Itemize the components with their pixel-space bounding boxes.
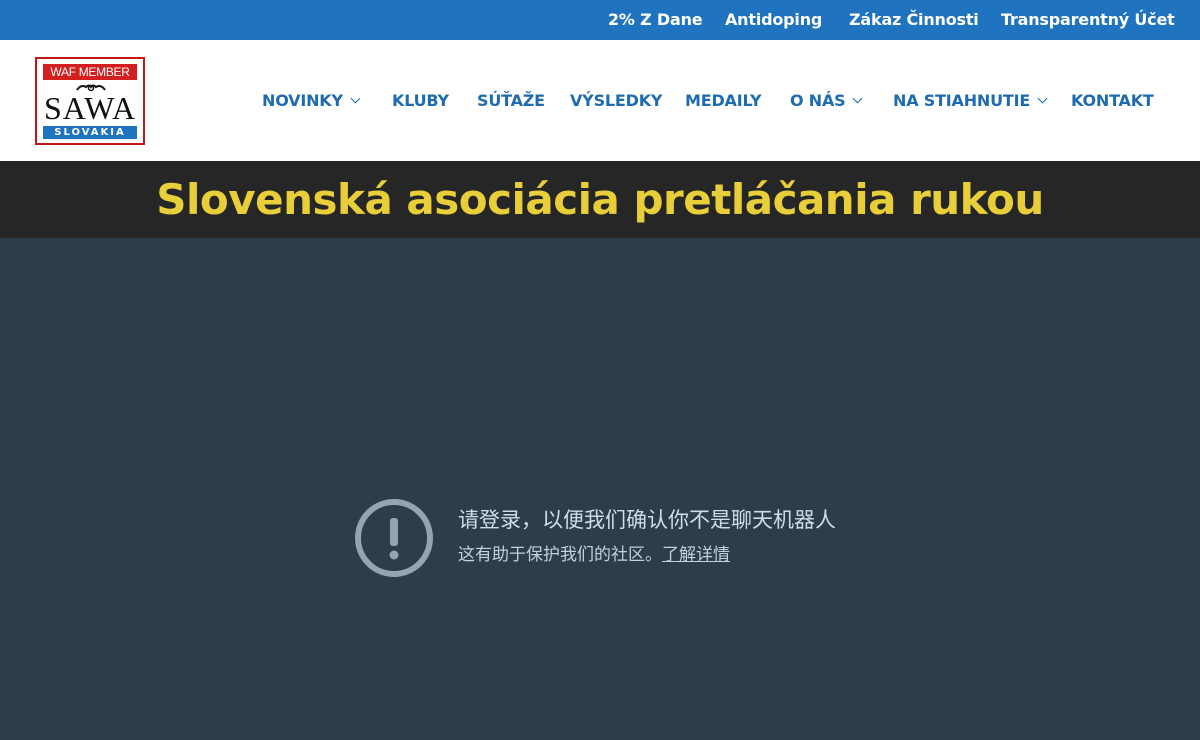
logo-sawa: SAWA: [43, 90, 137, 126]
logo-slovakia: SLOVAKIA: [43, 126, 137, 139]
notice-subtitle: 这有助于保护我们的社区。了解详情: [458, 545, 730, 565]
site-title-bar: Slovenská asociácia pretláčania rukou: [0, 161, 1200, 238]
topbar-link-transparentny-ucet[interactable]: Transparentný Účet: [1001, 10, 1175, 29]
nav-item-novinky[interactable]: NOVINKY: [262, 91, 361, 110]
topbar-link-zakaz-cinnosti[interactable]: Zákaz Činnosti: [849, 10, 979, 29]
learn-more-link[interactable]: 了解详情: [662, 545, 730, 565]
site-header: WAF MEMBER SAWA SLOVAKIA NOVINKY KLUBY S…: [0, 40, 1200, 161]
site-title: Slovenská asociácia pretláčania rukou: [156, 175, 1044, 224]
chevron-down-icon: [1037, 93, 1048, 104]
nav-item-kontakt[interactable]: KONTAKT: [1071, 91, 1154, 110]
nav-item-sutaze[interactable]: SÚŤAŽE: [477, 91, 545, 110]
nav-item-na-stiahnutie[interactable]: NA STIAHNUTIE: [893, 91, 1048, 110]
nav-item-o-nas[interactable]: O NÁS: [790, 91, 863, 110]
verification-notice-area: 请登录，以便我们确认你不是聊天机器人 这有助于保护我们的社区。了解详情: [0, 238, 1200, 740]
chevron-down-icon: [350, 93, 361, 104]
nav-item-medaily[interactable]: MEDAILY: [685, 91, 762, 110]
chevron-down-icon: [853, 93, 863, 104]
nav-item-vysledky[interactable]: VÝSLEDKY: [570, 91, 662, 110]
sawa-logo[interactable]: WAF MEMBER SAWA SLOVAKIA: [35, 57, 145, 145]
notice-title: 请登录，以便我们确认你不是聊天机器人: [458, 508, 836, 532]
topbar-link-2-percent[interactable]: 2% Z Dane: [608, 10, 703, 29]
exclamation-circle-icon: [355, 499, 433, 577]
topbar-link-antidoping[interactable]: Antidoping: [725, 10, 822, 29]
top-bar: 2% Z Dane Antidoping Zákaz Činnosti Tran…: [0, 0, 1200, 40]
logo-waf-member: WAF MEMBER: [43, 64, 137, 80]
nav-item-kluby[interactable]: KLUBY: [392, 91, 449, 110]
